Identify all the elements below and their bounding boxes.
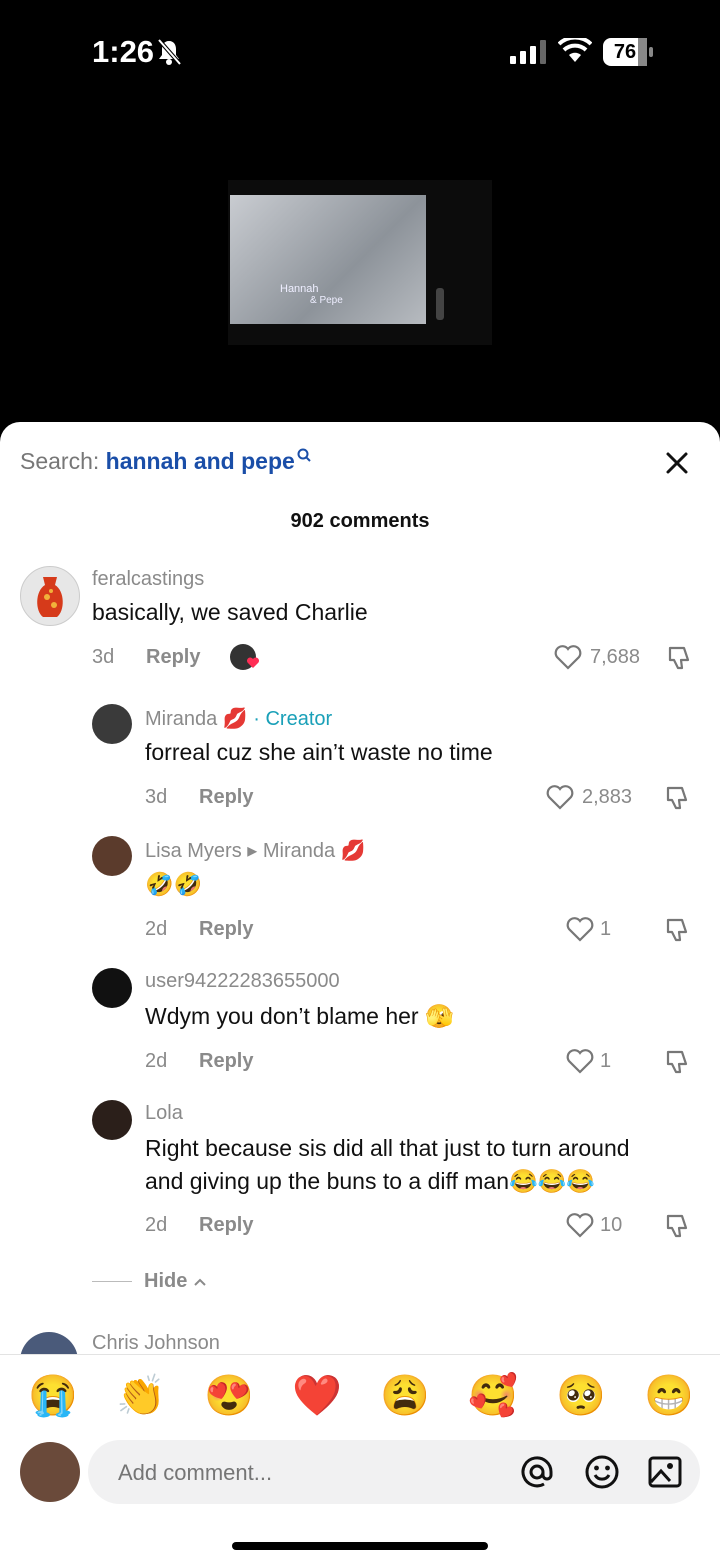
comments-count: 902 comments [290,510,430,532]
video-frame: Hannah & Pepe [228,180,492,345]
comment-text: Wdym you don’t blame her 🫣 [145,1003,454,1029]
avatar[interactable] [92,836,132,876]
search-prefix: Search: [20,448,106,474]
emoji-heart-eyes[interactable]: 😍 [204,1368,254,1424]
comment-item: user94222283655000 Wdym you don’t blame … [0,968,720,1088]
smiley-icon[interactable] [584,1454,620,1490]
like-heart-icon[interactable] [566,1212,594,1238]
dislike-icon[interactable] [666,644,694,672]
comment-username[interactable]: user94222283655000 [145,970,340,993]
comment-text: 🤣🤣 [145,871,203,897]
dislike-icon[interactable] [664,1048,692,1076]
like-heart-icon[interactable] [546,784,574,810]
hide-divider-line [92,1281,132,1283]
comment-username[interactable]: Chris Johnson [92,1332,220,1354]
emoji-clapping[interactable]: 👏 [116,1368,166,1424]
at-icon[interactable] [520,1455,554,1489]
emoji-bar-divider [0,1354,720,1355]
creator-liked-badge [230,644,260,670]
comment-text: basically, we saved Charlie [92,599,368,625]
video-caption-line1: Hannah [280,283,319,295]
current-user-avatar[interactable] [20,1442,80,1502]
emoji-weary[interactable]: 😩 [380,1368,430,1424]
cellular-signal-icon [510,40,546,64]
avatar[interactable] [20,566,80,626]
video-caption-line2: & Pepe [310,295,343,306]
like-count: 10 [600,1214,623,1236]
comment-username[interactable]: Lola [145,1102,183,1125]
comment-input-box[interactable] [88,1440,700,1506]
reply-button[interactable]: Reply [199,918,253,941]
image-icon[interactable] [648,1455,682,1489]
bell-muted-icon [157,38,182,66]
comment-item: Miranda 💋 · Creator forreal cuz she ain’… [0,704,720,824]
hide-label: Hide [144,1270,188,1292]
avatar[interactable] [92,968,132,1008]
close-icon[interactable] [662,448,692,478]
dislike-icon[interactable] [664,916,692,944]
reply-button[interactable]: Reply [199,786,253,809]
emoji-grinning[interactable]: 😁 [644,1368,694,1424]
comment-age: 3d [92,646,115,668]
dislike-icon[interactable] [664,784,692,812]
comment-age: 2d [145,1050,168,1072]
wifi-icon [558,38,592,62]
dislike-icon[interactable] [664,1212,692,1240]
comment-input[interactable] [116,1440,500,1506]
comment-text-line2: and giving up the buns to a diff man😂😂😂 [145,1168,595,1194]
comment-age: 2d [145,1214,168,1236]
reply-button[interactable]: Reply [199,1050,253,1073]
emoji-loudly-crying[interactable]: 😭 [28,1368,78,1424]
like-count: 1 [600,918,612,940]
search-query[interactable]: hannah and pepe [106,448,295,474]
comment-username[interactable]: feralcastings [92,568,204,591]
like-count: 2,883 [582,786,633,808]
status-time: 1:26 [92,34,155,69]
projection-screen: Hannah & Pepe [230,195,426,324]
like-heart-icon[interactable] [566,916,594,942]
avatar[interactable] [92,1100,132,1140]
like-heart-icon[interactable] [566,1048,594,1074]
video-player[interactable]: Hannah & Pepe [0,100,720,430]
chevron-up-icon [194,1278,206,1286]
comment-item: Lola Right because sis did all that just… [0,1100,720,1260]
battery-level: 76 [613,41,637,63]
comment-item: feralcastings basically, we saved Charli… [0,564,720,684]
status-bar: 1:26 76 [0,0,720,100]
comment-age: 2d [145,918,168,940]
like-heart-icon[interactable] [554,644,582,670]
creator-badge: · Creator [247,708,333,730]
reply-button[interactable]: Reply [199,1214,253,1237]
username-text: Miranda 💋 [145,708,248,730]
avatar[interactable] [20,1332,78,1354]
search-suggestion[interactable]: Search: hannah and pepe [20,448,311,475]
emoji-red-heart[interactable]: ❤️ [292,1368,342,1424]
avatar[interactable] [92,704,132,744]
emoji-smiling-hearts[interactable]: 🥰 [468,1368,518,1424]
quick-emoji-bar: 😭 👏 😍 ❤️ 😩 🥰 🥺 😁 [0,1368,720,1424]
comments-sheet: Search: hannah and pepe 902 comments fer… [0,422,720,1564]
heart-badge-icon [246,657,260,668]
reply-to-user: ▸ Miranda 💋 [247,840,366,862]
vase-avatar-icon [37,577,63,617]
comment-item: Chris Johnson [0,1330,720,1354]
search-icon [297,448,311,462]
emoji-pleading[interactable]: 🥺 [556,1368,606,1424]
comment-username[interactable]: Lisa Myers ▸ Miranda 💋 [145,838,366,863]
stage-figure [436,288,444,320]
like-count: 7,688 [590,646,641,668]
like-count: 1 [600,1050,612,1072]
comment-item: Lisa Myers ▸ Miranda 💋 🤣🤣 2d Reply 1 [0,836,720,956]
comment-text: forreal cuz she ain’t waste no time [145,739,493,765]
comment-username[interactable]: Miranda 💋 · Creator [145,706,332,731]
comment-text-line1: Right because sis did all that just to t… [145,1135,630,1161]
hide-replies-button[interactable]: Hide [92,1270,207,1293]
reply-button[interactable]: Reply [146,646,200,669]
username-text: Lisa Myers [145,840,242,862]
home-indicator [232,1542,488,1550]
comment-age: 3d [145,786,168,808]
